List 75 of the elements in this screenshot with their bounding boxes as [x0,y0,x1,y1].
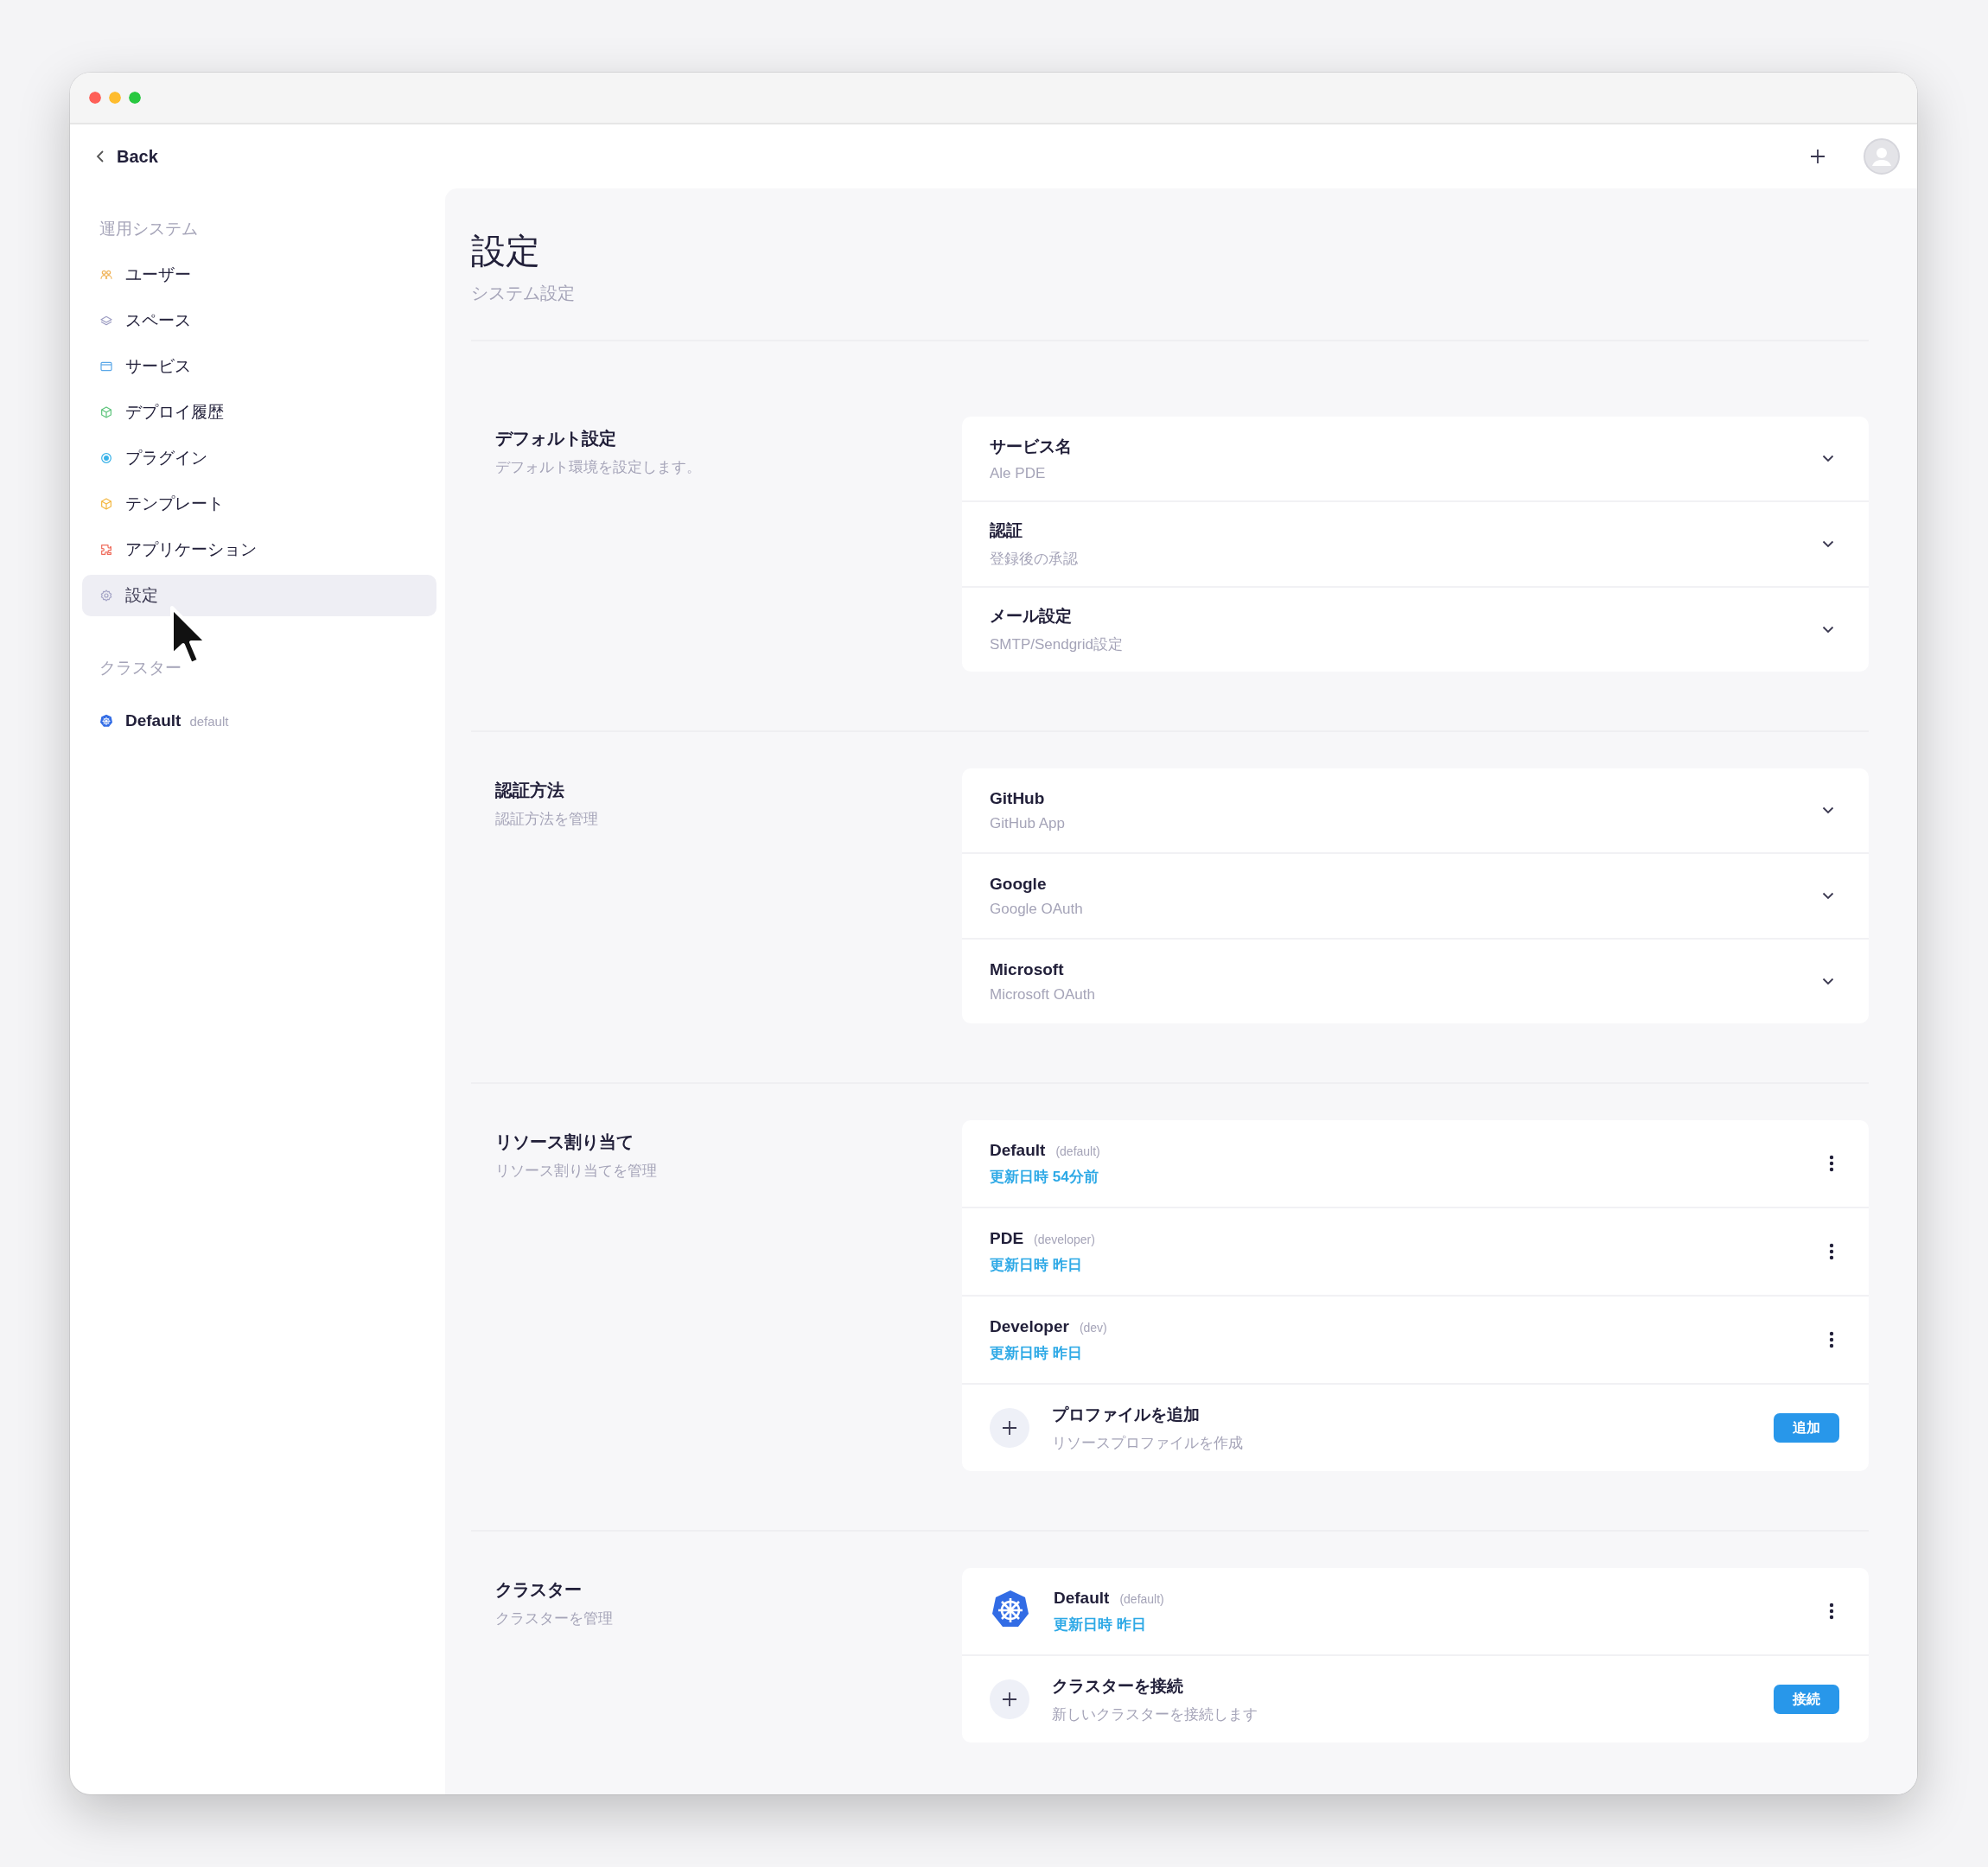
sidebar-item[interactable]: ユーザー [82,254,436,296]
chevron-down-icon[interactable] [1822,806,1834,814]
sidebar-item[interactable]: サービス [82,346,436,387]
setting-title: サービス名 [990,436,1073,457]
setting-title: Google [990,874,1048,894]
sidebar-item[interactable]: スペース [82,300,436,341]
add-circle-icon[interactable] [990,1408,1029,1448]
add-circle-icon[interactable] [990,1679,1029,1719]
profile-name: PDE [990,1228,1024,1247]
updated-time: 更新日時 54分前 [990,1167,1099,1187]
section-description: 認証方法を管理 [495,810,599,829]
add-icon[interactable] [1810,149,1826,164]
chevron-down-icon[interactable] [1822,978,1834,985]
sidebar-item[interactable]: アプリケーション [82,529,436,570]
section-title: 認証方法 [495,780,565,801]
section-description: デフォルト環境を設定します。 [495,458,702,477]
setting-value: Microsoft OAuth [990,985,1096,1004]
layers-icon [99,314,113,328]
users-icon [99,268,113,282]
add-title: クラスターを接続 [1052,1675,1184,1697]
section-title: デフォルト設定 [495,428,617,449]
setting-value: 登録後の承認 [990,550,1079,569]
setting-title: メール設定 [990,606,1073,627]
setting-value: Google OAuth [990,900,1084,918]
setting-title: 認証 [990,520,1023,541]
profile-tag: (default) [1119,1591,1164,1606]
profile-tag: (dev) [1079,1320,1107,1335]
section-description: リソース割り当てを管理 [495,1162,658,1181]
add-description: 新しいクラスターを接続します [1052,1705,1258,1724]
updated-time: 更新日時 昨日 [990,1343,1083,1363]
profile-name: Developer [990,1316,1069,1335]
updated-time: 更新日時 昨日 [990,1255,1083,1275]
box-icon [99,497,113,511]
chevron-down-icon[interactable] [1822,892,1834,900]
profile-name: Default [990,1140,1046,1159]
page-subtitle: システム設定 [471,283,576,304]
add-description: リソースプロファイルを作成 [1052,1433,1244,1453]
settings-icon [99,589,113,602]
close-icon[interactable] [89,92,101,104]
sidebar-tag: default [189,713,229,729]
setting-value: Ale PDE [990,464,1047,482]
chevron-down-icon[interactable] [1822,455,1834,462]
more-icon[interactable] [1829,1243,1834,1260]
more-icon[interactable] [1829,1155,1834,1172]
sidebar-item[interactable]: 設定 [82,575,436,616]
setting-title: GitHub [990,788,1046,808]
sidebar-item[interactable]: テンプレート [82,483,436,525]
setting-title: Microsoft [990,959,1065,979]
profile-tag: (default) [1055,1144,1100,1158]
updated-time: 更新日時 昨日 [1054,1615,1147,1634]
window-icon [99,360,113,373]
setting-value: SMTP/Sendgrid設定 [990,635,1124,654]
chevron-down-icon[interactable] [1822,540,1834,548]
section-title: クラスター [495,1579,583,1601]
profile-name: Default [1054,1588,1110,1607]
sidebar-item[interactable]: Default default [82,700,436,742]
helm-wheel-icon [99,714,113,728]
sidebar-item[interactable]: デプロイ履歴 [82,392,436,433]
chevron-left-icon [96,150,105,163]
more-icon[interactable] [1829,1603,1834,1620]
sidebar-item[interactable]: プラグイン [82,437,436,479]
profile-tag: (developer) [1034,1232,1095,1246]
setting-value: GitHub App [990,814,1066,832]
sidebar-heading: クラスター [99,658,182,679]
plugin-icon [99,451,113,465]
more-icon[interactable] [1829,1331,1834,1348]
cube-icon [99,405,113,419]
page-title: 設定 [471,231,541,271]
chevron-down-icon[interactable] [1822,626,1834,634]
back-button[interactable]: Back [96,146,158,167]
sidebar-heading: 運用システム [99,219,199,239]
add-title: プロファイルを追加 [1052,1404,1201,1425]
section-description: クラスターを管理 [495,1609,614,1628]
puzzle-icon [99,543,113,557]
section-title: リソース割り当て [495,1131,634,1153]
